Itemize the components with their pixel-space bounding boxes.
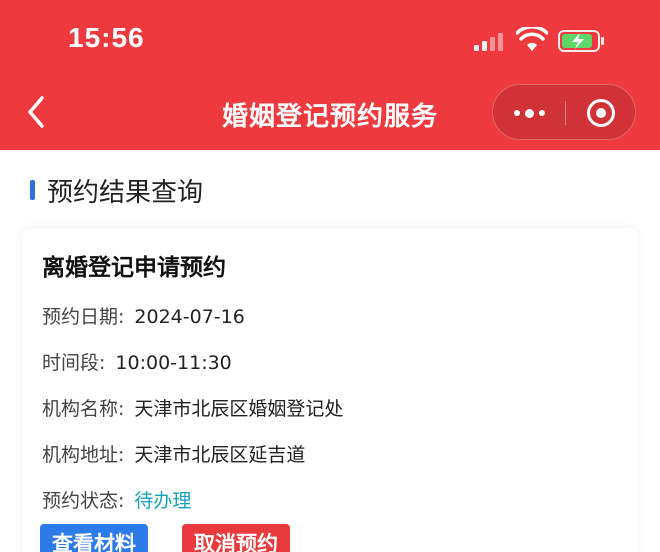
appointment-card: 离婚登记申请预约 预约日期: 2024-07-16 时间段: 10:00-11:30… bbox=[22, 228, 638, 552]
section-accent-bar bbox=[30, 180, 35, 200]
section-heading: 预约结果查询 bbox=[30, 170, 203, 210]
main-content: 预约结果查询 离婚登记申请预约 预约日期: 2024-07-16 时间段: 10:0… bbox=[0, 150, 660, 552]
close-target-icon[interactable] bbox=[565, 85, 637, 141]
field-value: 10:00-11:30 bbox=[115, 352, 232, 374]
status-bar: 15:56 bbox=[0, 0, 660, 80]
section-title: 预约结果查询 bbox=[47, 177, 204, 208]
status-badge: 待办理 bbox=[134, 490, 192, 512]
field-label: 机构名称: bbox=[42, 398, 125, 420]
field-label: 机构地址: bbox=[42, 444, 125, 466]
field-label: 预约日期: bbox=[42, 306, 125, 328]
field-time-slot: 时间段: 10:00-11:30 bbox=[42, 348, 232, 375]
field-value: 天津市北辰区婚姻登记处 bbox=[134, 398, 344, 420]
field-value: 天津市北辰区延吉道 bbox=[134, 444, 306, 466]
field-value: 2024-07-16 bbox=[134, 306, 245, 328]
view-materials-button[interactable]: 查看材料 bbox=[40, 524, 148, 552]
field-status: 预约状态: 待办理 bbox=[42, 486, 191, 513]
field-label: 预约状态: bbox=[42, 490, 125, 512]
field-institution-address: 机构地址: 天津市北辰区延吉道 bbox=[42, 440, 305, 467]
battery-charging-icon bbox=[558, 30, 604, 52]
back-chevron-icon[interactable] bbox=[24, 94, 48, 130]
appointment-title: 离婚登记申请预约 bbox=[42, 255, 226, 281]
wifi-icon bbox=[516, 27, 548, 51]
field-date: 预约日期: 2024-07-16 bbox=[42, 302, 245, 329]
page-title: 婚姻登记预约服务 bbox=[221, 102, 438, 132]
cancel-appointment-button[interactable]: 取消预约 bbox=[182, 524, 290, 552]
more-dots-icon[interactable] bbox=[493, 85, 565, 141]
status-time: 15:56 bbox=[68, 22, 145, 53]
field-institution-name: 机构名称: 天津市北辰区婚姻登记处 bbox=[42, 394, 343, 421]
mini-program-capsule bbox=[492, 84, 636, 140]
navigation-bar: 婚姻登记预约服务 bbox=[0, 80, 660, 150]
field-label: 时间段: bbox=[42, 352, 106, 374]
app-header: 15:56 婚姻登记预约服务 bbox=[0, 0, 660, 150]
cellular-signal-icon bbox=[474, 31, 508, 51]
